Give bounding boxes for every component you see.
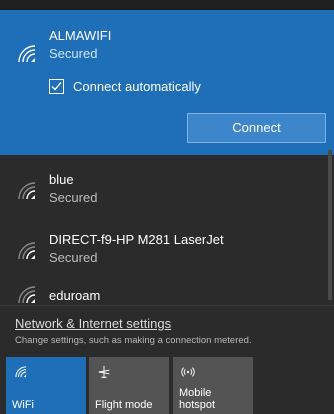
top-strip: [0, 0, 334, 10]
network-item[interactable]: DIRECT-f9-HP M281 LaserJet Secured: [0, 222, 326, 282]
wifi-tile[interactable]: WiFi: [6, 357, 86, 414]
wifi-tile-label: WiFi: [12, 399, 34, 411]
hotspot-icon: [181, 367, 195, 377]
checkmark-icon: [51, 82, 62, 91]
wifi-secured-icon: [18, 286, 36, 304]
network-settings-link[interactable]: Network & Internet settings: [15, 316, 171, 331]
network-ssid: eduroam: [49, 288, 101, 303]
network-item-selected[interactable]: ALMAWIFI Secured Connect automatically C…: [0, 10, 334, 155]
wifi-secured-icon: [18, 182, 36, 200]
mobile-hotspot-tile-label: Mobile hotspot: [179, 387, 216, 411]
mobile-hotspot-tile[interactable]: Mobile hotspot: [173, 357, 253, 414]
network-status: Secured: [49, 46, 98, 61]
airplane-icon: [98, 365, 110, 379]
scrollbar[interactable]: [328, 150, 332, 300]
connect-automatically-label[interactable]: Connect automatically: [73, 79, 201, 94]
network-settings-description: Change settings, such as making a connec…: [15, 335, 252, 346]
network-status: Secured: [49, 190, 98, 205]
network-item[interactable]: eduroam: [0, 280, 326, 306]
connect-automatically-checkbox[interactable]: [49, 79, 64, 94]
network-item[interactable]: blue Secured: [0, 162, 326, 222]
network-ssid: DIRECT-f9-HP M281 LaserJet: [49, 232, 224, 247]
wifi-icon: [15, 366, 27, 378]
network-flyout: ALMAWIFI Secured Connect automatically C…: [0, 0, 334, 414]
divider: [0, 305, 334, 306]
wifi-secured-icon: [18, 242, 36, 260]
flight-mode-tile[interactable]: Flight mode: [89, 357, 169, 414]
network-ssid: blue: [49, 172, 74, 187]
flight-mode-tile-label: Flight mode: [95, 399, 153, 411]
connect-button[interactable]: Connect: [187, 113, 326, 143]
wifi-secured-icon: [18, 45, 36, 63]
network-status: Secured: [49, 250, 98, 265]
network-ssid: ALMAWIFI: [49, 28, 112, 43]
